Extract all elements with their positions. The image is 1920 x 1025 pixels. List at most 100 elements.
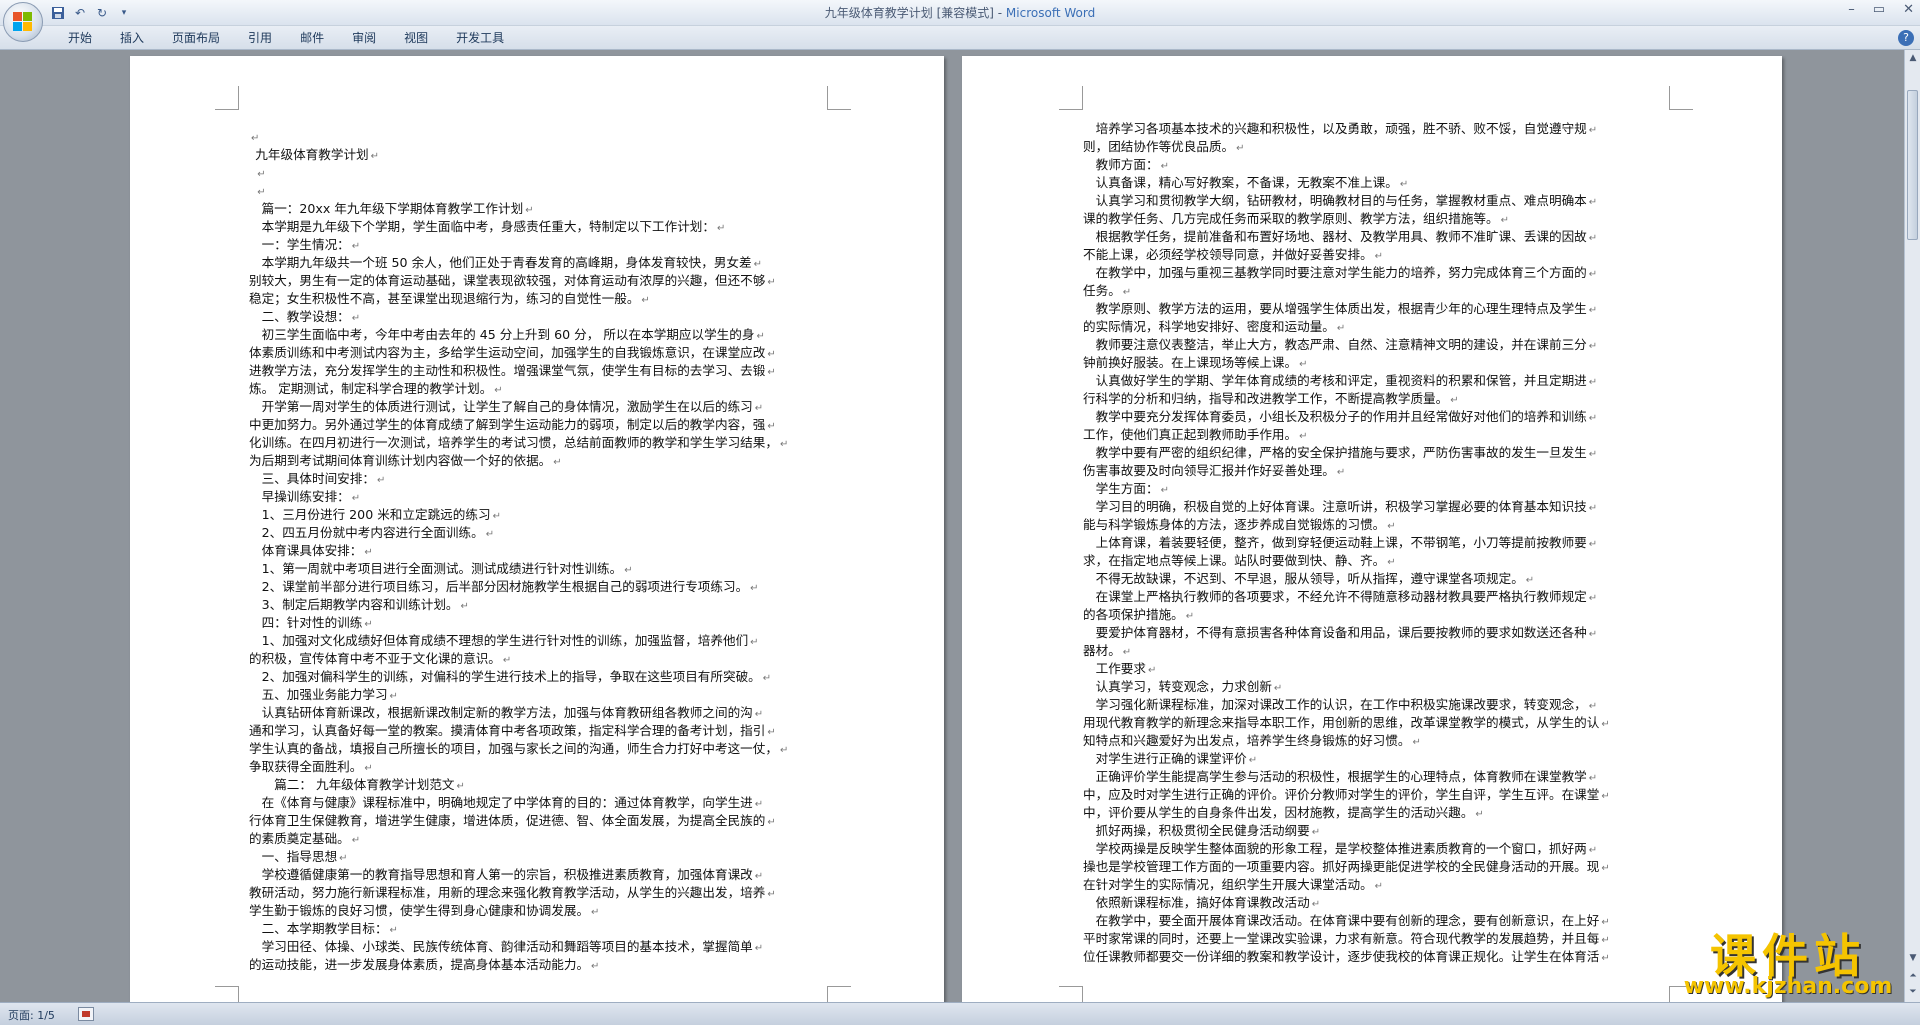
text-line[interactable]: 二、本学期教学目标： ↵ (249, 920, 827, 938)
page-indicator[interactable]: 页面: 1/5 (8, 1007, 55, 1023)
text-line[interactable]: 培养学习各项基本技术的兴趣和积极性，以及勇敢，顽强，胜不骄、败不馁，自觉遵守规 ↵ (1083, 120, 1669, 138)
page-body-text[interactable]: ↵ 九年级体育教学计划 ↵ ↵ ↵ 篇一：20xx 年九年级下学期体育教学工作计划 ↵ 本学期… (249, 128, 827, 974)
tab-3[interactable]: 引用 (234, 30, 286, 46)
tab-0[interactable]: 开始 (54, 30, 106, 46)
help-icon[interactable]: ? (1898, 30, 1914, 46)
text-line[interactable]: 中，评价要从学生的自身条件出发，因材施教，提高学生的活动兴趣。 ↵ (1083, 804, 1669, 822)
text-line[interactable]: 一、指导思想 ↵ (249, 848, 827, 866)
close-icon[interactable]: ✕ (1903, 2, 1914, 17)
text-line[interactable]: 教学中要有严密的组织纪律，严格的安全保护措施与要求，严防伤害事故的发生一旦发生 ↵ (1083, 444, 1669, 462)
text-line[interactable]: 二、教学设想： ↵ (249, 308, 827, 326)
office-button[interactable] (3, 2, 43, 42)
text-line[interactable]: 在课堂上严格执行教师的各项要求，不经允许不得随意移动器材教具要严格执行教师规定 ↵ (1083, 588, 1669, 606)
text-line[interactable]: 认真备课，精心写好教案，不备课，无教案不准上课。 ↵ (1083, 174, 1669, 192)
text-line[interactable]: 学习强化新课程标准，加深对课改工作的认识，在工作中积极实施课改要求，转变观念， ↵ (1083, 696, 1669, 714)
text-line[interactable]: 伤害事故要及时向领导汇报并作好妥善处理。 ↵ (1083, 462, 1669, 480)
text-line[interactable]: 早操训练安排： ↵ (249, 488, 827, 506)
text-line[interactable]: ↵ (249, 182, 827, 200)
text-line[interactable]: 中更加努力。另外通过学生的体育成绩了解到学生运动能力的弱项，制定以后的教学内容，… (249, 416, 827, 434)
text-line[interactable]: 学校遵循健康第一的教育指导思想和育人第一的宗旨，积极推进素质教育，加强体育课改 ↵ (249, 866, 827, 884)
document-workspace[interactable]: ↵ 九年级体育教学计划 ↵ ↵ ↵ 篇一：20xx 年九年级下学期体育教学工作计划 ↵ 本学期… (0, 50, 1904, 1002)
text-line[interactable]: 争取获得全面胜利。 ↵ (249, 758, 827, 776)
text-line[interactable]: 2、加强对偏科学生的训练，对偏科的学生进行技术上的指导，争取在这些项目有所突破。… (249, 668, 827, 686)
text-line[interactable]: 教学中要充分发挥体育委员，小组长及积极分子的作用并且经常做好对他们的培养和训练 ↵ (1083, 408, 1669, 426)
text-line[interactable]: 1、第一周就中考项目进行全面测试。测试成绩进行针对性训练。 ↵ (249, 560, 827, 578)
document-page-1[interactable]: ↵ 九年级体育教学计划 ↵ ↵ ↵ 篇一：20xx 年九年级下学期体育教学工作计划 ↵ 本学期… (130, 56, 944, 1002)
text-line[interactable]: 体素质训练和中考测试内容为主，多给学生运动空间，加强学生的自我锻炼意识，在课堂应… (249, 344, 827, 362)
text-line[interactable]: 九年级体育教学计划 ↵ (249, 146, 827, 164)
text-line[interactable]: 1、三月份进行 200 米和立定跳远的练习 ↵ (249, 506, 827, 524)
text-line[interactable]: 平时家常课的同时，还要上一堂课改实验课，力求有新意。符合现代教学的发展趋势，并且… (1083, 930, 1669, 948)
text-line[interactable]: 教研活动，努力施行新课程标准，用新的理念来强化教育教学活动，从学生的兴趣出发，培… (249, 884, 827, 902)
text-line[interactable]: 工作要求 ↵ (1083, 660, 1669, 678)
text-line[interactable]: 在教学中，要全面开展体育课改活动。在体育课中要有创新的理念，要有创新意识，在上好… (1083, 912, 1669, 930)
text-line[interactable]: 行体育卫生保健教育，增进学生健康，增进体质，促进德、智、体全面发展，为提高全民族… (249, 812, 827, 830)
text-line[interactable]: 的运动技能，进一步发展身体素质，提高身体基本活动能力。 ↵ (249, 956, 827, 974)
text-line[interactable]: 认真学习和贯彻教学大纲，钻研教材，明确教材目的与任务，掌握教材重点、难点明确本 ↵ (1083, 192, 1669, 210)
text-line[interactable]: 教师要注意仪表整洁，举止大方，教态严肃、自然、注意精神文明的建设，并在课前三分 ↵ (1083, 336, 1669, 354)
text-line[interactable]: 正确评价学生能提高学生参与活动的积极性，根据学生的心理特点，体育教师在课堂教学 ↵ (1083, 768, 1669, 786)
text-line[interactable]: 本学期是九年级下个学期，学生面临中考，身感责任重大，特制定以下工作计划： ↵ (249, 218, 827, 236)
text-line[interactable]: 三、具体时间安排： ↵ (249, 470, 827, 488)
scroll-up-icon[interactable]: ▲ (1905, 50, 1920, 66)
text-line[interactable]: 2、四五月份就中考内容进行全面训练。 ↵ (249, 524, 827, 542)
tab-1[interactable]: 插入 (106, 30, 158, 46)
text-line[interactable]: 认真钻研体育新课改，根据新课改制定新的教学方法，加强与体育教研组各教师之间的沟 ↵ (249, 704, 827, 722)
spell-check-icon[interactable] (78, 1007, 94, 1021)
minimize-icon[interactable]: – (1848, 2, 1855, 17)
text-line[interactable]: 教师方面： ↵ (1083, 156, 1669, 174)
text-line[interactable]: 学校两操是反映学生整体面貌的形象工程，是学校整体推进素质教育的一个窗口，抓好两 ↵ (1083, 840, 1669, 858)
text-line[interactable]: 在《体育与健康》课程标准中，明确地规定了中学体育的目的：通过体育教学，向学生进 ↵ (249, 794, 827, 812)
text-line[interactable]: 的各项保护措施。 ↵ (1083, 606, 1669, 624)
text-line[interactable]: 行科学的分析和归纳，指导和改进教学工作，不断提高教学质量。 ↵ (1083, 390, 1669, 408)
text-line[interactable]: 中，应及时对学生进行正确的评价。评价分教师对学生的评价，学生自评，学生互评。在课… (1083, 786, 1669, 804)
text-line[interactable]: 在教学中，加强与重视三基教学同时要注意对学生能力的培养，努力完成体育三个方面的 ↵ (1083, 264, 1669, 282)
document-page-2[interactable]: 培养学习各项基本技术的兴趣和积极性，以及勇敢，顽强，胜不骄、败不馁，自觉遵守规 ↵… (962, 56, 1782, 1002)
text-line[interactable]: 钟前换好服装。在上课现场等候上课。 ↵ (1083, 354, 1669, 372)
text-line[interactable]: 不得无故缺课，不迟到、不早退，服从领导，听从指挥，遵守课堂各项规定。 ↵ (1083, 570, 1669, 588)
text-line[interactable]: 的素质奠定基础。 ↵ (249, 830, 827, 848)
text-line[interactable]: 学习目的明确，积极自觉的上好体育课。注意听讲，积极学习掌握必要的体育基本知识技 ↵ (1083, 498, 1669, 516)
text-line[interactable]: 根据教学任务，提前准备和布置好场地、器材、及教学用具、教师不准旷课、丢课的因故 ↵ (1083, 228, 1669, 246)
text-line[interactable]: 操也是学校管理工作方面的一项重要内容。抓好两操更能促进学校的全民健身活动的开展。… (1083, 858, 1669, 876)
text-line[interactable]: 2、课堂前半部分进行项目练习，后半部分因材施教学生根据自己的弱项进行专项练习。 ↵ (249, 578, 827, 596)
text-line[interactable]: 上体育课，着装要轻便，整齐，做到穿轻便运动鞋上课，不带钢笔，小刀等提前按教师要 ↵ (1083, 534, 1669, 552)
text-line[interactable]: 对学生进行正确的课堂评价 ↵ (1083, 750, 1669, 768)
text-line[interactable]: 为后期到考试期间体育训练计划内容做一个好的依据。 ↵ (249, 452, 827, 470)
text-line[interactable]: 教学原则、教学方法的运用，要从增强学生体质出发，根据青少年的心理生理特点及学生 ↵ (1083, 300, 1669, 318)
text-line[interactable]: 抓好两操，积极贯彻全民健身活动纲要 ↵ (1083, 822, 1669, 840)
text-line[interactable]: 任务。 ↵ (1083, 282, 1669, 300)
text-line[interactable]: 通和学习，认真备好每一堂的教案。摸清体育中考各项政策，指定科学合理的备考计划，指… (249, 722, 827, 740)
text-line[interactable]: 课的教学任务、几方完成任务而采取的教学原则、教学方法，组织措施等。 ↵ (1083, 210, 1669, 228)
text-line[interactable]: 能与科学锻炼身体的方法，逐步养成自觉锻炼的习惯。 ↵ (1083, 516, 1669, 534)
text-line[interactable]: 学生认真的备战，填报自己所擅长的项目，加强与家长之间的沟通，师生合力打好中考这一… (249, 740, 827, 758)
text-line[interactable]: 四：针对性的训练 ↵ (249, 614, 827, 632)
tab-4[interactable]: 邮件 (286, 30, 338, 46)
text-line[interactable]: 要爱护体育器材，不得有意损害各种体育设备和用品，课后要按教师的要求如数送还各种 ↵ (1083, 624, 1669, 642)
tab-6[interactable]: 视图 (390, 30, 442, 46)
text-line[interactable]: 炼。 定期测试，制定科学合理的教学计划。 ↵ (249, 380, 827, 398)
vertical-scrollbar[interactable]: ▲ ▼ ⏶ ⏷ (1904, 50, 1920, 1002)
text-line[interactable]: 知特点和兴趣爱好为出发点，培养学生终身锻炼的好习惯。 ↵ (1083, 732, 1669, 750)
text-line[interactable]: 学生勤于锻炼的良好习惯，使学生得到身心健康和协调发展。 ↵ (249, 902, 827, 920)
text-line[interactable]: 用现代教育教学的新理念来指导本职工作，用创新的思维，改革课堂教学的模式，从学生的… (1083, 714, 1669, 732)
text-line[interactable]: 认真学习，转变观念，力求创新 ↵ (1083, 678, 1669, 696)
text-line[interactable]: 别较大，男生有一定的体育运动基础，课堂表现欲较强，对体育运动有浓厚的兴趣，但还不… (249, 272, 827, 290)
text-line[interactable]: 五、加强业务能力学习 ↵ (249, 686, 827, 704)
text-line[interactable]: 开学第一周对学生的体质进行测试，让学生了解自己的身体情况，激励学生在以后的练习 ↵ (249, 398, 827, 416)
text-line[interactable]: 依照新课程标准，搞好体育课教改活动 ↵ (1083, 894, 1669, 912)
text-line[interactable]: 化训练。在四月初进行一次测试，培养学生的考试习惯，总结前面教师的教学和学生学习结… (249, 434, 827, 452)
scrollbar-thumb[interactable] (1907, 90, 1918, 240)
text-line[interactable]: 篇二： 九年级体育教学计划范文 ↵ (249, 776, 827, 794)
text-line[interactable]: 一：学生情况： ↵ (249, 236, 827, 254)
text-line[interactable]: 体育课具体安排： ↵ (249, 542, 827, 560)
text-line[interactable]: 则，团结协作等优良品质。 ↵ (1083, 138, 1669, 156)
text-line[interactable]: 的实际情况，科学地安排好、密度和运动量。 ↵ (1083, 318, 1669, 336)
text-line[interactable]: 位任课教师都要交一份详细的教案和教学设计，逐步使我校的体育课正规化。让学生在体育… (1083, 948, 1669, 966)
text-line[interactable]: ↵ (249, 128, 827, 146)
text-line[interactable]: 器材。 ↵ (1083, 642, 1669, 660)
text-line[interactable]: 在针对学生的实际情况，组织学生开展大课堂活动。 ↵ (1083, 876, 1669, 894)
text-line[interactable]: 3、制定后期教学内容和训练计划。 ↵ (249, 596, 827, 614)
text-line[interactable]: 篇一：20xx 年九年级下学期体育教学工作计划 ↵ (249, 200, 827, 218)
text-line[interactable]: 的积极，宣传体育中考不亚于文化课的意识。 ↵ (249, 650, 827, 668)
